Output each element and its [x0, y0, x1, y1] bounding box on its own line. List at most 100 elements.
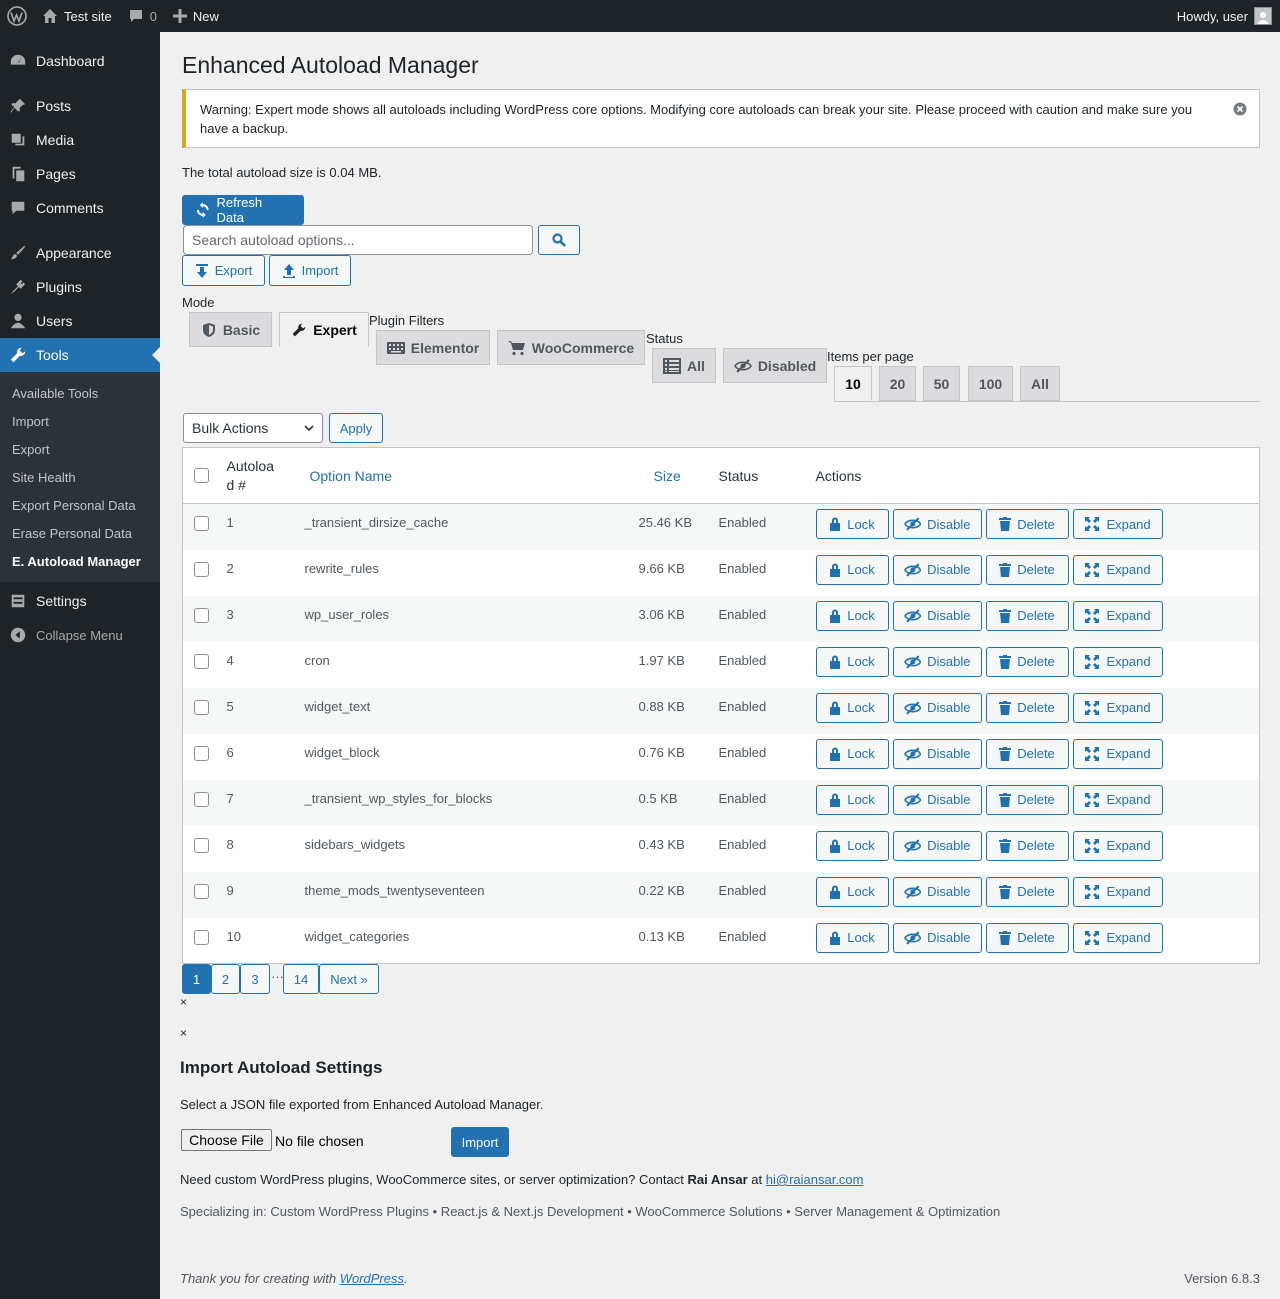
wordpress-logo-icon[interactable]: [0, 0, 34, 32]
disable-button[interactable]: Disable: [892, 830, 982, 861]
lock-button[interactable]: Lock: [815, 876, 889, 907]
row-checkbox[interactable]: [194, 883, 209, 899]
lock-button[interactable]: Lock: [815, 509, 889, 539]
site-name-link[interactable]: Test site: [34, 0, 120, 32]
tab-per-page-all[interactable]: All: [1020, 366, 1060, 401]
lock-button[interactable]: Lock: [815, 922, 889, 953]
submenu-export-personal-data[interactable]: Export Personal Data: [0, 491, 160, 519]
disable-button[interactable]: Disable: [892, 600, 982, 631]
sidebar-item-comments[interactable]: Comments: [0, 191, 160, 225]
tab-mode-expert[interactable]: Expert: [279, 312, 369, 347]
import-button[interactable]: Import: [269, 255, 351, 286]
expand-button[interactable]: Expand: [1072, 646, 1163, 677]
submenu-site-health[interactable]: Site Health: [0, 463, 160, 491]
submenu-autoload-manager[interactable]: E. Autoload Manager: [0, 547, 160, 575]
expand-button[interactable]: Expand: [1072, 922, 1163, 953]
tab-per-page-10[interactable]: 10: [834, 366, 872, 401]
choose-file-button[interactable]: Choose File: [181, 1129, 272, 1151]
disable-button[interactable]: Disable: [892, 646, 982, 677]
lock-button[interactable]: Lock: [815, 784, 889, 815]
disable-button[interactable]: Disable: [892, 922, 982, 953]
page-1-button[interactable]: 1: [182, 964, 211, 994]
row-checkbox[interactable]: [194, 929, 209, 945]
search-input[interactable]: Search autoload options...: [183, 225, 533, 255]
sidebar-item-users[interactable]: Users: [0, 304, 160, 338]
tab-status-disabled[interactable]: Disabled: [723, 348, 827, 383]
lock-button[interactable]: Lock: [815, 738, 889, 769]
sidebar-item-dashboard[interactable]: Dashboard: [0, 44, 160, 78]
delete-button[interactable]: Delete: [985, 830, 1069, 861]
tab-status-all[interactable]: All: [652, 348, 716, 383]
delete-button[interactable]: Delete: [985, 600, 1069, 631]
tab-per-page-20[interactable]: 20: [879, 366, 916, 401]
page-14-button[interactable]: 14: [283, 964, 319, 994]
disable-button[interactable]: Disable: [892, 784, 982, 815]
tab-mode-basic[interactable]: Basic: [189, 312, 272, 347]
sidebar-item-plugins[interactable]: Plugins: [0, 270, 160, 304]
delete-button[interactable]: Delete: [985, 784, 1069, 815]
tab-per-page-50[interactable]: 50: [923, 366, 960, 401]
sidebar-item-tools[interactable]: Tools: [0, 338, 160, 372]
sidebar-item-settings[interactable]: Settings: [0, 584, 160, 618]
sidebar-item-posts[interactable]: Posts: [0, 89, 160, 123]
delete-button[interactable]: Delete: [985, 876, 1069, 907]
submenu-available-tools[interactable]: Available Tools: [0, 379, 160, 407]
disable-button[interactable]: Disable: [892, 554, 982, 585]
close-icon[interactable]: ×: [180, 1026, 187, 1040]
sidebar-item-pages[interactable]: Pages: [0, 157, 160, 191]
dismiss-icon[interactable]: [1233, 102, 1247, 116]
import-submit-button[interactable]: Import: [451, 1127, 509, 1157]
collapse-menu-button[interactable]: Collapse Menu: [0, 618, 160, 652]
sort-option-name-link[interactable]: Option Name: [310, 468, 392, 484]
comments-link[interactable]: 0: [120, 0, 165, 32]
apply-button[interactable]: Apply: [329, 413, 383, 443]
sort-size-link[interactable]: Size: [654, 468, 681, 484]
delete-button[interactable]: Delete: [985, 738, 1069, 769]
delete-button[interactable]: Delete: [985, 922, 1069, 953]
row-checkbox[interactable]: [194, 653, 209, 669]
expand-button[interactable]: Expand: [1072, 509, 1163, 539]
disable-button[interactable]: Disable: [892, 509, 982, 539]
disable-button[interactable]: Disable: [892, 692, 982, 723]
bulk-actions-select[interactable]: Bulk Actions: [183, 413, 323, 443]
page-2-button[interactable]: 2: [211, 964, 240, 994]
submenu-erase-personal-data[interactable]: Erase Personal Data: [0, 519, 160, 547]
expand-button[interactable]: Expand: [1072, 738, 1163, 769]
col-size[interactable]: Size: [639, 448, 719, 504]
col-option-name[interactable]: Option Name: [295, 448, 639, 504]
tab-plugin-woocommerce[interactable]: WooCommerce: [497, 330, 645, 365]
expand-button[interactable]: Expand: [1072, 600, 1163, 631]
lock-button[interactable]: Lock: [815, 600, 889, 631]
delete-button[interactable]: Delete: [985, 554, 1069, 585]
row-checkbox[interactable]: [194, 837, 209, 853]
expand-button[interactable]: Expand: [1072, 554, 1163, 585]
row-checkbox[interactable]: [194, 607, 209, 623]
next-page-button[interactable]: Next »: [319, 964, 379, 994]
expand-button[interactable]: Expand: [1072, 784, 1163, 815]
tab-per-page-100[interactable]: 100: [968, 366, 1013, 401]
expand-button[interactable]: Expand: [1072, 830, 1163, 861]
new-content-link[interactable]: New: [165, 0, 227, 32]
row-checkbox[interactable]: [194, 699, 209, 715]
export-button[interactable]: Export: [182, 255, 265, 286]
lock-button[interactable]: Lock: [815, 646, 889, 677]
disable-button[interactable]: Disable: [892, 738, 982, 769]
my-account-link[interactable]: Howdy, user: [1177, 0, 1272, 32]
lock-button[interactable]: Lock: [815, 554, 889, 585]
search-button[interactable]: [538, 225, 580, 255]
row-checkbox[interactable]: [194, 561, 209, 577]
delete-button[interactable]: Delete: [985, 509, 1069, 539]
delete-button[interactable]: Delete: [985, 646, 1069, 677]
expand-button[interactable]: Expand: [1072, 876, 1163, 907]
page-3-button[interactable]: 3: [240, 964, 270, 994]
disable-button[interactable]: Disable: [892, 876, 982, 907]
submenu-import[interactable]: Import: [0, 407, 160, 435]
lock-button[interactable]: Lock: [815, 830, 889, 861]
sidebar-item-media[interactable]: Media: [0, 123, 160, 157]
select-all-checkbox[interactable]: [194, 468, 209, 483]
email-link[interactable]: hi@raiansar.com: [766, 1172, 864, 1187]
lock-button[interactable]: Lock: [815, 692, 889, 723]
refresh-data-button[interactable]: Refresh Data: [182, 195, 304, 225]
row-checkbox[interactable]: [194, 516, 209, 531]
row-checkbox[interactable]: [194, 791, 209, 807]
